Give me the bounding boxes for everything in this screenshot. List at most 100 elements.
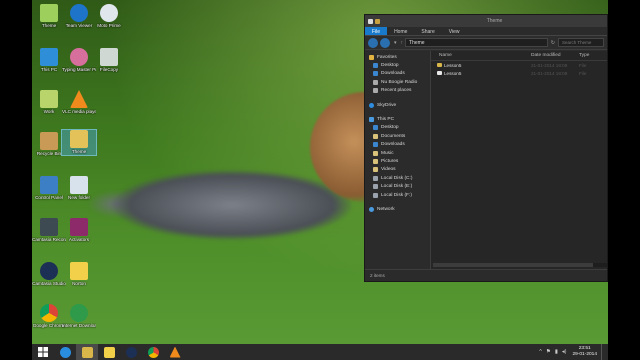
- file-type: File: [579, 62, 587, 68]
- window-titlebar[interactable]: Theme: [365, 15, 607, 27]
- nav-skydrive[interactable]: SkyDrive: [365, 101, 430, 109]
- desktop-icon-internet-download[interactable]: Internet Download: [62, 304, 96, 329]
- back-button[interactable]: [368, 37, 378, 48]
- column-date-modified[interactable]: Date modified: [531, 53, 579, 58]
- nav-item-recent[interactable]: Recent places: [365, 87, 430, 95]
- address-field[interactable]: Theme: [405, 38, 548, 47]
- file-row[interactable]: Lesson5 21-01-2014 18:09 File: [431, 61, 607, 69]
- taskbar-chrome[interactable]: [142, 344, 164, 360]
- desktop-icon-moto[interactable]: Moto Prime: [92, 4, 126, 29]
- nav-item-pictures[interactable]: Pictures: [365, 157, 430, 165]
- horizontal-scrollbar[interactable]: [433, 263, 607, 267]
- desktop-icon-label: New folder: [68, 195, 90, 200]
- taskbar-internet-explorer[interactable]: [54, 344, 76, 360]
- nav-item-desktop[interactable]: Desktop: [365, 61, 430, 69]
- column-type[interactable]: Type: [579, 53, 599, 58]
- desktop-icon-label: Work: [43, 109, 55, 114]
- status-bar: 2 items: [365, 269, 607, 281]
- show-desktop-button[interactable]: [601, 344, 604, 360]
- file-type: File: [579, 70, 587, 76]
- desktop-icon-vlc[interactable]: VLC media player: [62, 90, 96, 115]
- action-center-flag-icon[interactable]: ⚑: [546, 349, 551, 355]
- desktop-icon-label: Team Viewer: [65, 23, 93, 28]
- nav-label: Local Disk (E:): [381, 184, 413, 190]
- desktop-icon-theme-folder[interactable]: Theme: [32, 4, 66, 29]
- download-icon: [373, 142, 378, 148]
- nav-label: This PC: [377, 117, 395, 123]
- nav-network[interactable]: Network: [365, 205, 430, 213]
- desktop-icon-norton[interactable]: Norton: [62, 262, 96, 287]
- nav-item-documents[interactable]: Documents: [365, 132, 430, 140]
- quick-access-properties-icon[interactable]: [368, 18, 373, 24]
- taskbar-file-explorer[interactable]: [76, 344, 98, 360]
- column-headers: Name Date modified Type: [431, 51, 607, 61]
- desktop-icon-filecopy[interactable]: FileCopy: [92, 48, 126, 73]
- file-date: 21-01-2014 18:09: [531, 70, 568, 76]
- scrollbar-thumb[interactable]: [433, 263, 593, 267]
- folder-icon: [373, 79, 378, 85]
- norton-icon: [103, 346, 115, 358]
- show-hidden-icons-icon[interactable]: ^: [539, 349, 542, 355]
- desktop-icon-theme-selected[interactable]: Theme: [61, 129, 97, 156]
- nav-item-disk-f[interactable]: Local Disk (F:): [365, 191, 430, 199]
- clock[interactable]: 23:51 29-01-2014: [572, 346, 597, 358]
- taskbar-norton[interactable]: [98, 344, 120, 360]
- tab-home[interactable]: Home: [387, 27, 414, 35]
- documents-icon: [373, 133, 378, 139]
- file-row[interactable]: Lesson5 21-01-2014 18:09 File: [431, 69, 607, 77]
- internet-explorer-icon: [59, 346, 71, 358]
- nav-item-radio[interactable]: Nu Boogie Radio: [365, 78, 430, 86]
- desktop-icon-activators[interactable]: Activators: [62, 218, 96, 243]
- up-icon[interactable]: ↑: [401, 40, 404, 46]
- tab-share[interactable]: Share: [414, 27, 441, 35]
- desktop-icon-label: Moto Prime: [97, 23, 121, 28]
- desktop-icon-chrome[interactable]: Google Chrome: [32, 304, 66, 329]
- desktop-icon-camtasia-recorder[interactable]: Camtasia Recorder: [32, 218, 66, 243]
- tab-view[interactable]: View: [442, 27, 467, 35]
- start-button[interactable]: [32, 344, 54, 360]
- desktop-icon-label: VLC media player: [62, 109, 96, 114]
- file-date: 21-01-2014 18:09: [531, 62, 568, 68]
- tab-file[interactable]: File: [365, 27, 388, 35]
- quick-access-folder-icon[interactable]: [375, 18, 380, 24]
- network-signal-icon[interactable]: ▮: [555, 349, 558, 355]
- nav-this-pc[interactable]: This PC: [365, 115, 430, 123]
- desktop-icon-camtasia-studio[interactable]: Camtasia Studio: [32, 262, 66, 287]
- desktop-icon-typing-master[interactable]: Typing Master Pro: [62, 48, 96, 73]
- desktop-icon-this-pc[interactable]: This PC: [32, 48, 66, 73]
- nav-favorites[interactable]: Favorites: [365, 53, 430, 61]
- desktop-icon-teamviewer[interactable]: Team Viewer: [62, 4, 96, 29]
- desktop-icon-label: Google Chrome: [32, 323, 66, 328]
- navigation-pane[interactable]: Favorites Desktop Downloads Nu Boogie Ra…: [365, 51, 431, 269]
- desktop-icon-label: Camtasia Studio: [32, 281, 66, 286]
- desktop-icon-work[interactable]: Work: [32, 90, 66, 115]
- desktop-icon-recycle-bin[interactable]: Recycle Bin: [32, 132, 66, 157]
- pictures-icon: [373, 158, 378, 164]
- nav-label: Favorites: [377, 54, 397, 60]
- folder-icon: [70, 176, 88, 194]
- nav-item-pc-downloads[interactable]: Downloads: [365, 141, 430, 149]
- taskbar-vlc[interactable]: [164, 344, 186, 360]
- desktop-icon-label: Recycle Bin: [36, 151, 62, 156]
- forward-button[interactable]: [380, 37, 390, 48]
- nav-item-disk-c[interactable]: Local Disk (C:): [365, 174, 430, 182]
- nav-item-pc-desktop[interactable]: Desktop: [365, 124, 430, 132]
- search-input[interactable]: Search Theme: [558, 38, 604, 47]
- nav-item-disk-e[interactable]: Local Disk (E:): [365, 182, 430, 190]
- explorer-content: Favorites Desktop Downloads Nu Boogie Ra…: [365, 51, 607, 269]
- download-icon: [373, 71, 378, 77]
- desktop-icon: [373, 125, 378, 131]
- volume-icon[interactable]: ◂): [562, 349, 567, 355]
- nav-item-downloads[interactable]: Downloads: [365, 70, 430, 78]
- desktop-icon-control-panel[interactable]: Control Panel: [32, 176, 66, 201]
- column-name[interactable]: Name: [431, 53, 531, 58]
- recent-locations-icon[interactable]: ▾: [394, 40, 397, 46]
- file-explorer-window[interactable]: Theme File Home Share View ▾ ↑ Theme ↻ S…: [364, 14, 608, 282]
- file-list[interactable]: Name Date modified Type Lesson5 21-01-20…: [431, 51, 607, 269]
- nav-item-videos[interactable]: Videos: [365, 166, 430, 174]
- refresh-icon[interactable]: ↻: [551, 40, 555, 46]
- desktop-icon-label: FileCopy: [99, 67, 119, 72]
- nav-item-music[interactable]: Music: [365, 149, 430, 157]
- desktop-icon-new-folder[interactable]: New folder: [62, 176, 96, 201]
- taskbar-camtasia[interactable]: [120, 344, 142, 360]
